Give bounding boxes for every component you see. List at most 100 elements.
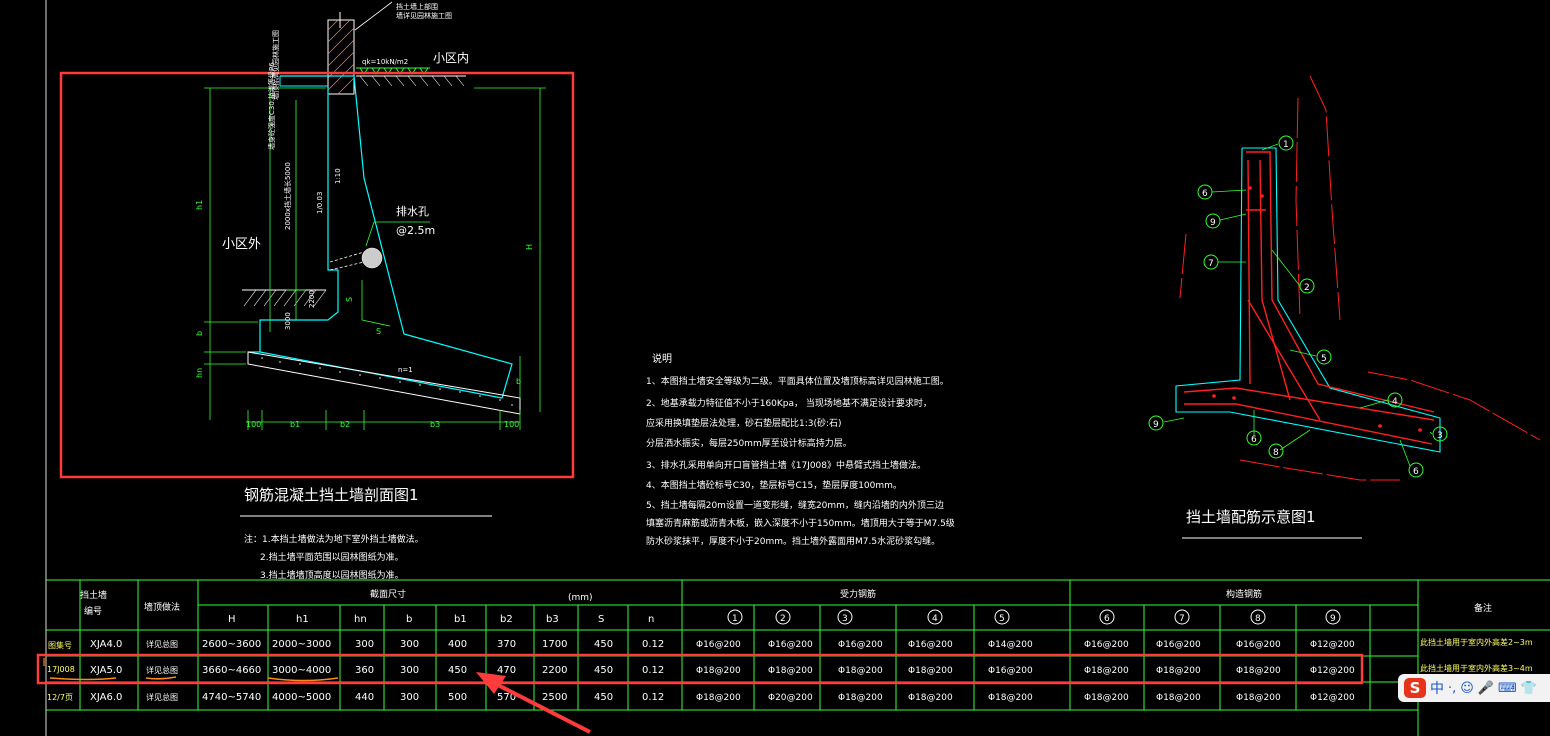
cell-bar: Φ18@200 xyxy=(696,666,741,676)
circle-col-3: 3 xyxy=(842,614,848,624)
dim-2200: 2200 xyxy=(308,290,316,308)
dim-h1-vert: h1 xyxy=(195,200,204,210)
cell-dim: 470 xyxy=(497,665,516,676)
svg-text:9: 9 xyxy=(1210,218,1216,228)
svg-text:5: 5 xyxy=(1321,354,1327,364)
cell-detail: 详见总图 xyxy=(146,692,178,702)
svg-text:8: 8 xyxy=(1273,448,1279,458)
note-line-6: 4、本图挡土墙砼标号C30，垫层标号C15，垫层厚度100mm。 xyxy=(646,479,902,491)
cell-dim: 450 xyxy=(594,692,613,703)
svg-text:9: 9 xyxy=(1153,420,1159,430)
fence-hatch xyxy=(327,19,355,95)
cell-remark: 此挡土墙用于室内外高差3~4m xyxy=(1420,663,1533,673)
extra-note-1: 注：1.本挡土墙做法为地下室外挡土墙做法。 xyxy=(244,533,424,545)
cell-bar: Φ18@200 xyxy=(1156,693,1201,703)
cell-bar: Φ18@200 xyxy=(1236,666,1281,676)
col-b: b xyxy=(406,614,412,625)
annotation-arrow xyxy=(476,672,591,734)
vtext-2: 2000x挡土墙长5000 xyxy=(283,162,292,230)
cell-bar: Φ14@200 xyxy=(988,640,1033,650)
cell-dim: 4740~5740 xyxy=(202,692,261,703)
dim-100-left: 100 xyxy=(246,420,261,429)
keyboard-icon[interactable]: ⌨ xyxy=(1498,681,1517,696)
h-wall-b: 编号 xyxy=(84,605,102,617)
cell-bar: Φ16@200 xyxy=(988,666,1033,676)
vtext-3: 1/0.03 xyxy=(316,192,324,214)
cell-dim: 440 xyxy=(355,692,374,703)
dim-3000: 3000 xyxy=(284,312,292,330)
cell-bar: Φ16@200 xyxy=(1236,640,1281,650)
skin-icon[interactable]: 👕 xyxy=(1521,681,1537,696)
left-note-1: 图集号 xyxy=(48,640,72,650)
label-inside: 小区内 xyxy=(433,51,469,65)
note-top-b: 墙详见园林施工图 xyxy=(396,11,452,20)
ime-toolbar[interactable]: S 中 ·, ☺ 🎤 ⌨ 👕 xyxy=(1398,674,1550,702)
h-construct: 构造钢筋 xyxy=(1226,588,1262,600)
drain-label-a: 排水孔 xyxy=(396,204,429,218)
cushion-dots xyxy=(261,357,513,406)
fence-outline xyxy=(327,19,355,95)
ime-logo-icon[interactable]: S xyxy=(1404,678,1426,698)
circle-col-5: 5 xyxy=(999,614,1005,624)
cell-bar: Φ18@200 xyxy=(768,666,813,676)
cell-dim: 500 xyxy=(448,692,467,703)
extra-note-3: 3.挡土墙墙顶高度以园林图纸为准。 xyxy=(260,569,404,581)
vtext-4: 墙身砼强度C30.抗渗等级P6 xyxy=(267,62,276,150)
note-line-3: 应采用换填垫层法处理，砂石垫层配比1:3(砂:石) xyxy=(646,417,842,429)
cell-dim: 1700 xyxy=(542,639,567,650)
cell-remark: 此挡土墙用于室内外高差2~3m xyxy=(1420,637,1533,647)
dim-S-vert: S xyxy=(345,297,354,302)
cell-bar: Φ18@200 xyxy=(838,666,883,676)
h-section: 截面尺寸 xyxy=(370,588,406,600)
note-top-a: 挡土墙上部围 xyxy=(396,2,438,11)
cell-bar: Φ18@200 xyxy=(988,693,1033,703)
dim-hn: hn xyxy=(195,368,204,378)
cell-dim: 450 xyxy=(448,665,467,676)
note-line-5: 3、排水孔采用单向开口盲管挡土墙《17J008》中悬臂式挡土墙做法。 xyxy=(646,459,926,471)
cell-bar: Φ12@200 xyxy=(1310,666,1355,676)
circle-col-6: 6 xyxy=(1104,614,1110,624)
microphone-icon[interactable]: 🎤 xyxy=(1478,681,1494,696)
leader-top xyxy=(354,1,393,31)
notes-heading: 说明 xyxy=(652,352,672,365)
slope-bottom: n=1 xyxy=(398,366,413,374)
cad-drawing-canvas[interactable]: 挡土墙上部围 墙详见园林施工图 qk=10kN/m2 小区内 排水孔 @2.5m… xyxy=(0,0,1550,736)
svg-text:2: 2 xyxy=(1304,283,1310,293)
drain-pipe xyxy=(329,251,365,271)
col-b1: b1 xyxy=(454,614,467,625)
circle-col-4: 4 xyxy=(932,614,938,624)
cell-dim: 2000~3000 xyxy=(272,639,331,650)
note-line-8: 填塞沥青麻筋或沥青木板，嵌入深度不小于150mm。墙顶用大于等于M7.5级 xyxy=(646,517,955,529)
svg-text:6: 6 xyxy=(1202,189,1208,199)
dim-b-right: b xyxy=(516,377,521,386)
cell-wall-id: XJA4.0 xyxy=(90,639,122,650)
cell-bar: Φ16@200 xyxy=(696,640,741,650)
cell-bar: Φ18@200 xyxy=(908,666,953,676)
emoji-icon[interactable]: ☺ xyxy=(1460,681,1474,696)
cell-bar: Φ16@200 xyxy=(838,640,883,650)
cell-dim: 2600~3600 xyxy=(202,639,261,650)
h-main: 受力钢筋 xyxy=(840,588,876,600)
dim-b2: b2 xyxy=(340,420,350,429)
cell-dim: 0.12 xyxy=(642,639,664,650)
cell-bar: Φ18@200 xyxy=(908,693,953,703)
cell-dim: 360 xyxy=(355,665,374,676)
cell-dim: 300 xyxy=(400,692,419,703)
drain-leader xyxy=(365,221,375,247)
ime-lang-toggle[interactable]: 中 xyxy=(1430,678,1444,698)
svg-text:1: 1 xyxy=(1283,140,1289,150)
punctuation-icon[interactable]: ·, xyxy=(1448,681,1456,696)
cell-bar: Φ16@200 xyxy=(1084,640,1129,650)
note-line-7: 5、挡土墙每隔20m设置一道变形缝，缝宽20mm，缝内沿墙的内外顶三边 xyxy=(646,499,944,511)
note-line-1: 1、本图挡土墙安全等级为二级。平面具体位置及墙顶标高详见园林施工图。 xyxy=(646,375,949,387)
cell-dim: 2200 xyxy=(542,665,567,676)
svg-text:6: 6 xyxy=(1251,435,1257,445)
wall-outline xyxy=(248,75,513,399)
left-note-2: 17J008 xyxy=(47,665,75,674)
cell-dim: 300 xyxy=(400,639,419,650)
cell-dim: 0.12 xyxy=(642,692,664,703)
col-S: S xyxy=(598,614,604,625)
circle-col-8: 8 xyxy=(1255,614,1261,624)
rebar-markers: 1 2 3 4 5 6 6 6 7 8 9 9 xyxy=(1148,135,1448,478)
cell-bar: Φ18@200 xyxy=(1084,666,1129,676)
